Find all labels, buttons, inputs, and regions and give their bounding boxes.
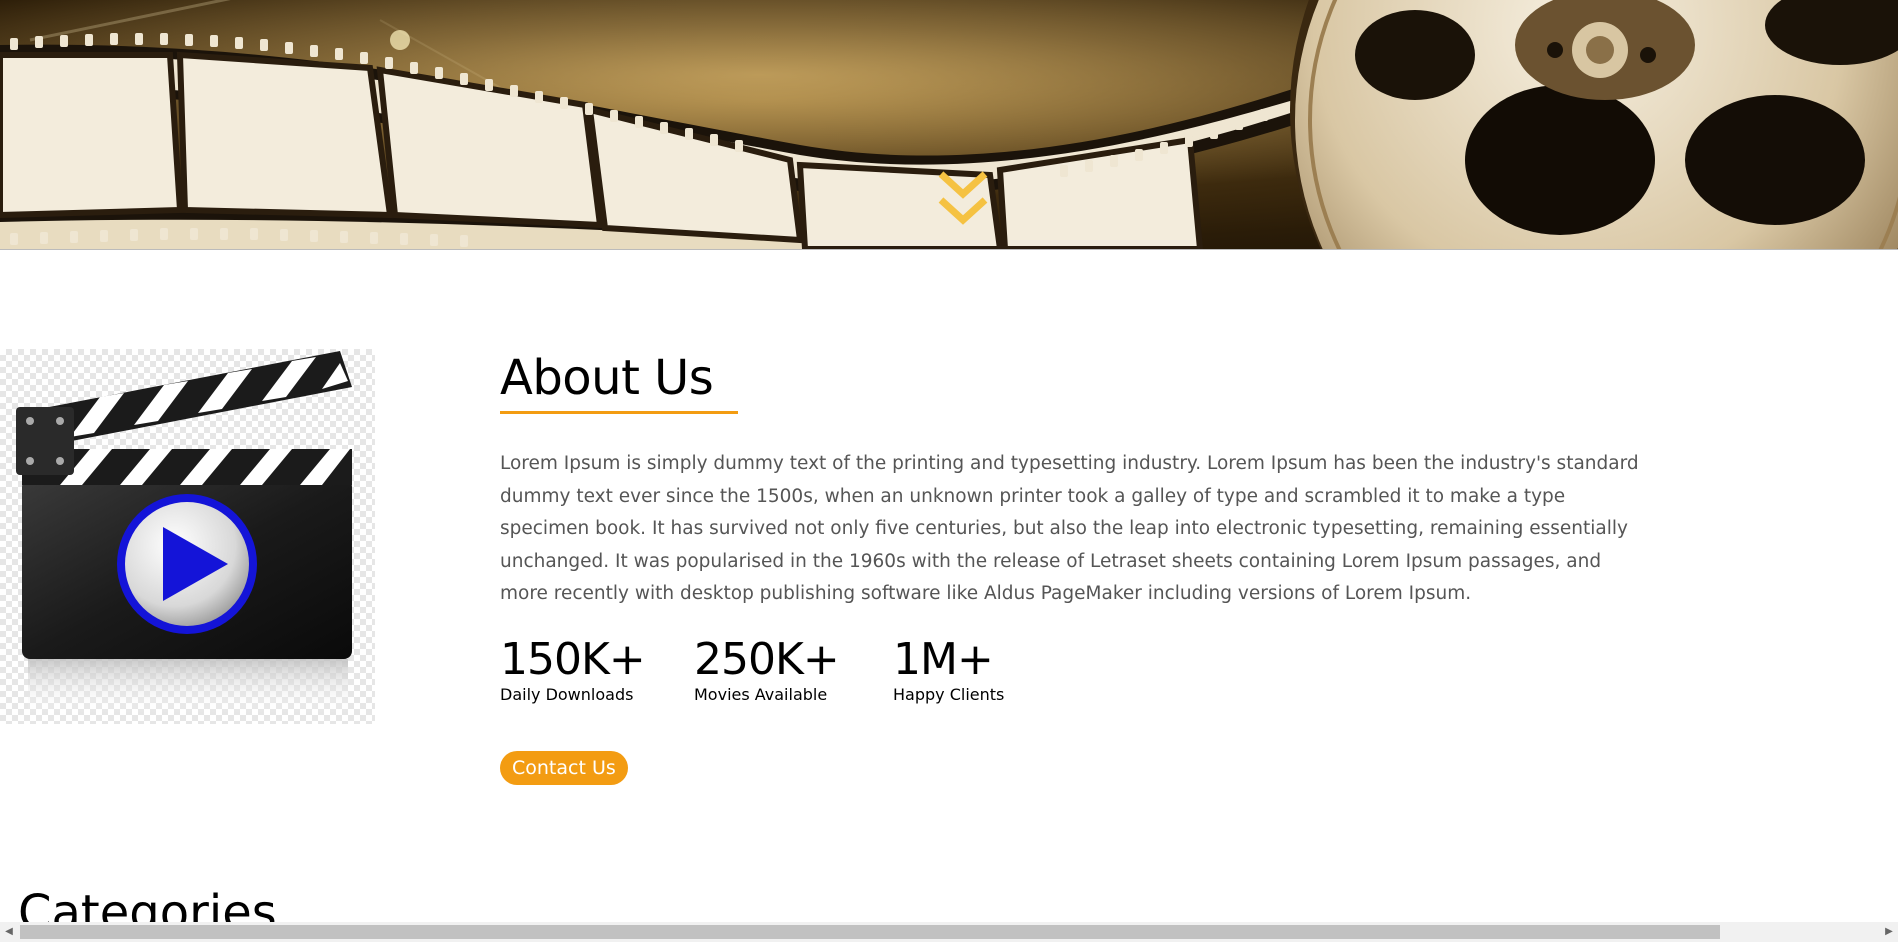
double-chevron-down-icon	[938, 171, 988, 225]
stat-value: 150K+	[500, 634, 646, 685]
horizontal-scrollbar[interactable]: ◀ ▶	[0, 922, 1898, 942]
stat-value: 250K+	[694, 634, 840, 685]
stat-value: 1M+	[893, 634, 994, 685]
stat-label: Happy Clients	[893, 685, 1005, 704]
scroll-left-arrow-icon[interactable]: ◀	[0, 922, 18, 942]
about-image	[0, 349, 375, 724]
hero-banner	[0, 0, 1898, 250]
stat-movies-available: 250K+ Movies Available	[694, 634, 840, 706]
scroll-down-button[interactable]	[935, 170, 991, 230]
scrollbar-thumb[interactable]	[20, 925, 1720, 939]
stat-label: Movies Available	[694, 685, 828, 704]
stat-daily-downloads: 150K+ Daily Downloads	[500, 634, 646, 706]
clapperboard-play-icon	[16, 351, 352, 714]
stat-label: Daily Downloads	[500, 685, 634, 704]
about-description: Lorem Ipsum is simply dummy text of the …	[500, 453, 1639, 604]
contact-us-button[interactable]: Contact Us	[500, 751, 628, 785]
about-title: About Us	[500, 350, 714, 406]
title-underline	[500, 411, 738, 414]
scroll-right-arrow-icon[interactable]: ▶	[1880, 922, 1898, 942]
stat-happy-clients: 1M+ Happy Clients	[893, 635, 1004, 706]
